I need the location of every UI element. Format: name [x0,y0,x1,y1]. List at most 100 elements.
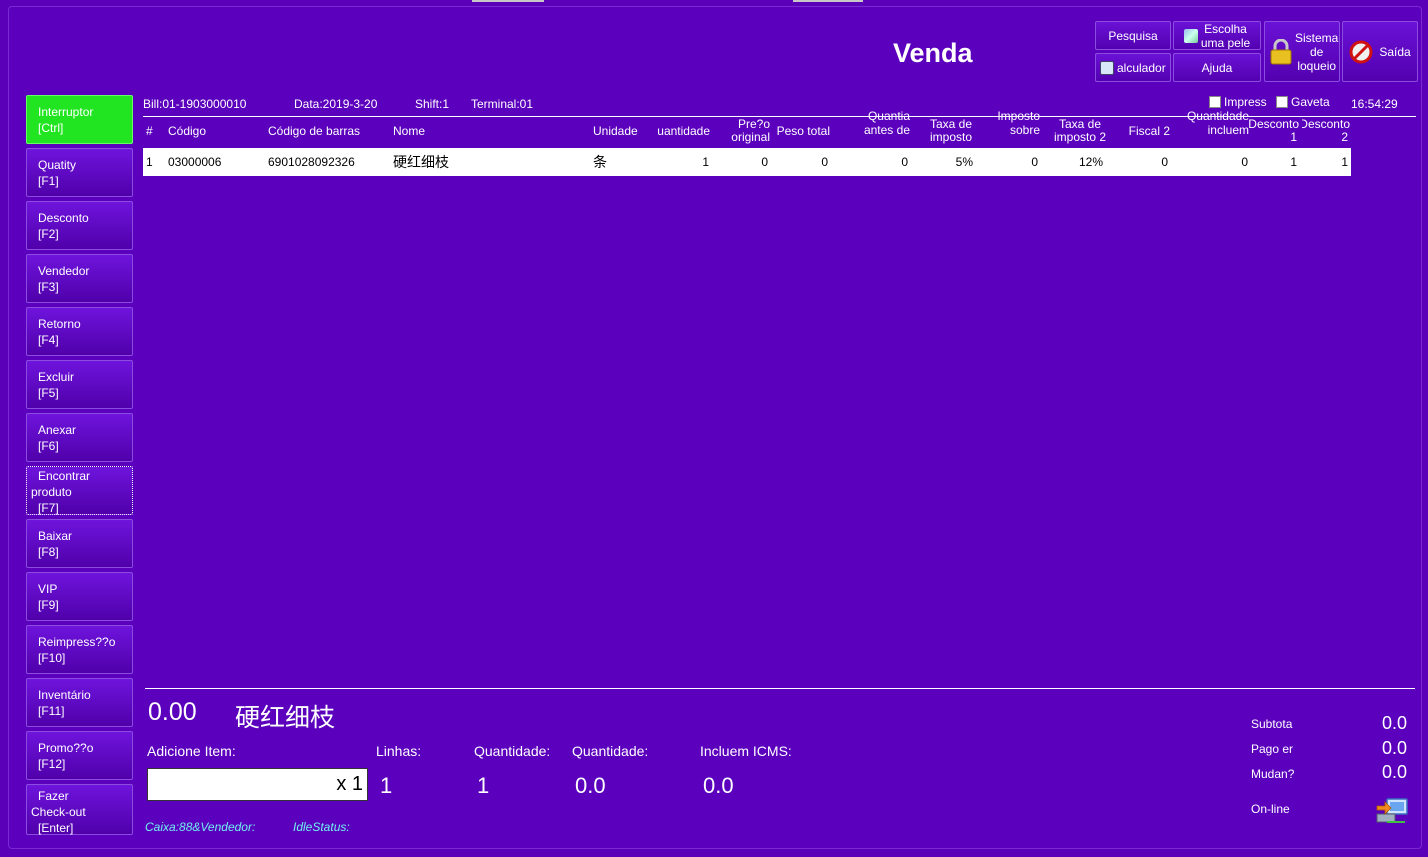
calculator-icon [1100,60,1114,75]
cell-price: 0 [761,155,768,169]
sidebar-item-seller[interactable]: Vendedor [F3] [26,254,133,303]
col-header-discount-1[interactable]: Desconto 1 [1249,118,1299,148]
sidebar-item-label-2: produto [31,485,72,499]
sidebar-item-return[interactable]: Retorno [F4] [26,307,133,356]
checkbox-box[interactable] [1209,96,1221,108]
sidebar-item-key: [F8] [38,545,59,559]
col-header-weight[interactable]: Peso total [770,116,830,146]
col-header-label: uantidade [657,123,710,138]
current-price: 0.00 [148,698,197,726]
search-button[interactable]: Pesquisa [1095,21,1171,50]
sidebar-item-vip[interactable]: VIP [F9] [26,572,133,621]
terminal: Terminal:01 [471,97,534,111]
col-header-label: vendas [1001,137,1040,139]
current-item-name: 硬红细枝 [235,704,336,732]
col-header-label: Peso total [776,123,830,138]
col-header-sales-tax[interactable]: Imposto sobre vendas [985,109,1040,139]
sidebar-item-key: [F12] [38,757,66,771]
quantity-value: 1 [477,773,490,798]
sale-date: Data:2019-3-20 [294,97,378,111]
sidebar-item-key: [F6] [38,439,59,453]
subtotal-value: 0.0 [1382,713,1408,733]
sidebar-item-quantity[interactable]: Quatity [F1] [26,148,133,197]
quantity-label: Quantidade: [474,743,551,759]
col-header-incl-tax[interactable]: Quantidade incluem impostos [1175,109,1249,139]
icms-label: Incluem ICMS: [700,743,792,759]
exit-button[interactable]: Saída [1342,21,1418,82]
col-header-label: 1 [1290,130,1297,144]
sidebar-item-key: [Ctrl] [38,121,64,135]
input-value: x 1 [336,773,363,795]
sidebar-item-label: Inventário [38,688,91,702]
sidebar-item-label: Desconto [38,211,89,225]
change-value: 0.0 [1382,762,1408,782]
skin-button[interactable]: Escolha uma pele [1173,21,1261,50]
online-label: On-line [1251,802,1290,816]
add-item-label: Adicione Item: [147,743,236,759]
sidebar-item-key: [F10] [38,651,66,665]
calculator-button[interactable]: alculador [1095,53,1171,82]
sidebar-item-key: [F9] [38,598,59,612]
checkbox-box[interactable] [1276,96,1288,108]
clock: 16:54:29 [1351,97,1398,111]
col-header-before-tax[interactable]: Quantia antes de impostos [840,109,910,139]
sidebar-item-delete[interactable]: Excluir [F5] [26,360,133,409]
col-header-label: Quantidade [1186,109,1249,123]
sidebar-item-label: Retorno [38,317,81,331]
add-item-input[interactable]: x 1 [147,768,368,801]
sidebar-item-label: Encontrar [38,469,91,483]
sidebar-item-switch[interactable]: Interruptor [Ctrl] [26,95,133,144]
col-header-label: # [146,123,153,138]
sidebar-item-reprint[interactable]: Reimpress??o [F10] [26,625,133,674]
sidebar-item-inventory[interactable]: Inventário [F11] [26,678,133,727]
col-header-label: antes de [863,123,910,137]
divider [145,688,1415,689]
col-header-code[interactable]: Código [168,116,263,146]
print-checkbox[interactable]: Impress [1209,95,1267,109]
col-header-tax-rate[interactable]: Taxa de imposto [922,116,980,146]
sidebar-item-label: Fazer [38,789,69,803]
idle-status: IdleStatus: [293,820,350,834]
col-header-label: impostos [862,137,910,139]
col-header-discount-2[interactable]: Desconto 2 [1302,118,1350,148]
cell-num: 1 [146,155,153,169]
sidebar-item-attach[interactable]: Anexar [F6] [26,413,133,462]
sidebar-item-promotion[interactable]: Promo??o [F12] [26,731,133,780]
palette-icon [1183,28,1198,43]
col-header-num[interactable]: # [146,116,166,146]
sidebar-item-download[interactable]: Baixar [F8] [26,519,133,568]
col-header-fiscal-2[interactable]: Fiscal 2 [1115,116,1170,146]
col-header-label: 2 [1341,130,1348,144]
col-header-quantity[interactable]: uantidade [648,116,710,146]
col-header-label: incluem [1207,123,1249,137]
col-header-name[interactable]: Nome [393,116,583,146]
lock-label-1: Sistema [1295,30,1339,45]
help-button[interactable]: Ajuda [1173,53,1261,82]
drawer-label: Gaveta [1291,95,1330,109]
col-header-label: Fiscal 2 [1128,123,1170,138]
drawer-checkbox[interactable]: Gaveta [1276,95,1330,109]
col-header-label: Unidade [593,123,638,138]
sidebar-item-label: Vendedor [38,264,90,278]
lock-button[interactable]: Sistema de loqueio [1264,21,1340,82]
help-label: Ajuda [1201,60,1233,75]
skin-label-2: uma pele [1200,35,1251,50]
sidebar-item-key: [F3] [38,280,59,294]
col-header-price[interactable]: Pre?o original [714,116,770,146]
bill-number: Bill:01-1903000010 [143,97,247,111]
col-header-label: impostos [1201,137,1249,139]
top-decoration [472,0,544,2]
lines-value: 1 [380,773,393,798]
cell-unit: 条 [593,154,607,170]
col-header-barcode[interactable]: Código de barras [268,116,388,146]
sidebar-item-checkout[interactable]: Fazer Check-out [Enter] [26,784,133,835]
col-header-tax-rate-2[interactable]: Taxa de imposto 2 [1045,116,1115,146]
sidebar-item-discount[interactable]: Desconto [F2] [26,201,133,250]
sidebar-item-key: [F5] [38,386,59,400]
sidebar-item-find-product[interactable]: Encontrar produto [F7] [26,466,133,515]
cell-weight: 0 [821,155,828,169]
sidebar-item-label: Promo??o [38,741,94,755]
cell-discount-2: 1 [1341,155,1348,169]
col-header-unit[interactable]: Unidade [593,116,648,146]
sidebar-item-key: [Enter] [38,821,74,835]
